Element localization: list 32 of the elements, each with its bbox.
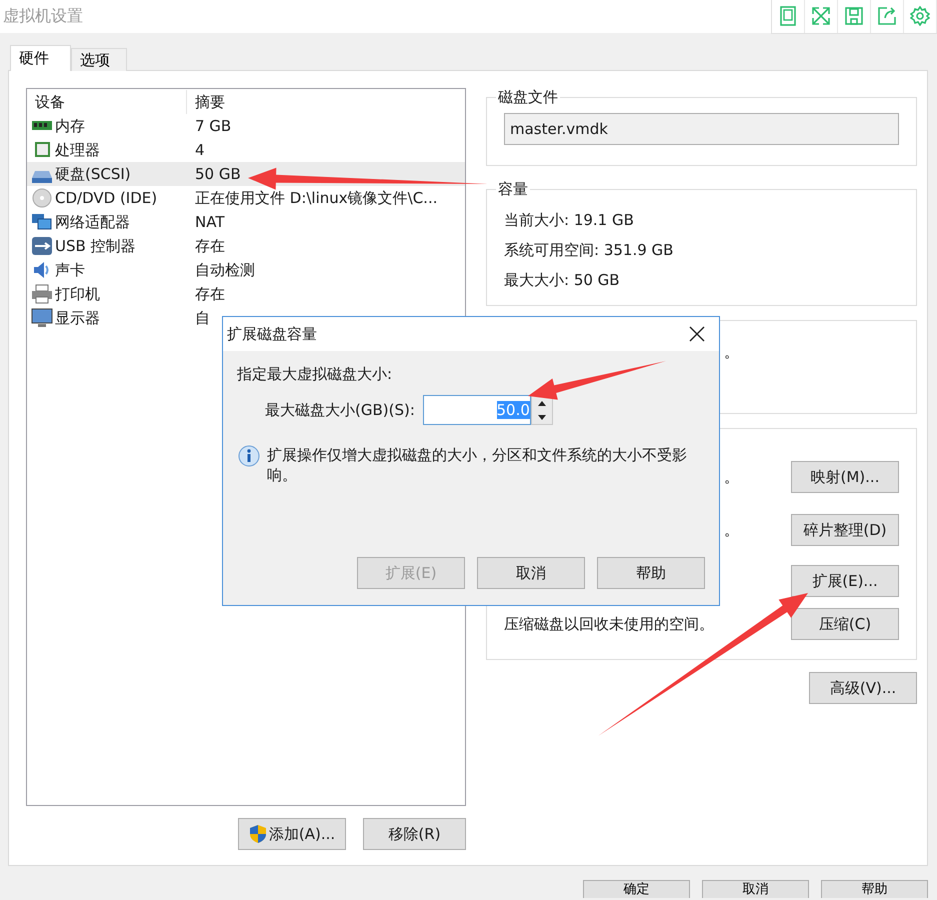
device-summary: 存在 (195, 236, 225, 256)
info-text: 。 (724, 468, 739, 486)
device-summary: 7 GB (195, 117, 232, 135)
device-name: 硬盘(SCSI) (55, 164, 131, 184)
window-title: 虚拟机设置 (2, 6, 83, 27)
info-text: 。 (724, 520, 739, 540)
group-title: 磁盘文件 (497, 88, 559, 107)
prompt-text: 指定最大虚拟磁盘大小: (237, 365, 394, 384)
device-name: CD/DVD (IDE) (55, 189, 158, 207)
info-text: 扩展操作仅增大虚拟磁盘的大小，分区和文件系统的大小不受影响。 (267, 445, 688, 485)
field-label: 最大磁盘大小(GB)(S): (265, 400, 415, 420)
device-name: 显示器 (55, 308, 100, 328)
device-name: 声卡 (55, 260, 85, 280)
device-summary: 存在 (195, 284, 225, 304)
device-summary: 50 GB (195, 165, 241, 183)
device-name: 内存 (55, 116, 85, 136)
device-summary: NAT (195, 213, 224, 231)
device-name: 处理器 (55, 140, 100, 160)
dialog-title: 扩展磁盘容量 (227, 324, 317, 344)
group-title: 容量 (497, 180, 529, 199)
device-summary: 自动检测 (195, 260, 255, 280)
info-text: 压缩磁盘以回收未使用的空间。 (504, 614, 714, 634)
device-name: 网络适配器 (55, 212, 130, 232)
device-summary: 自 (195, 308, 210, 328)
device-name: 打印机 (55, 284, 100, 304)
capacity-info: 系统可用空间: 351.9 GB (504, 240, 674, 260)
device-summary: 4 (195, 141, 205, 159)
device-summary: 正在使用文件 D:\linux镜像文件\C... (195, 188, 438, 208)
capacity-info: 当前大小: 19.1 GB (504, 210, 635, 230)
info-text: 。 (724, 342, 739, 362)
device-name: USB 控制器 (55, 236, 136, 256)
capacity-info: 最大大小: 50 GB (504, 270, 621, 290)
